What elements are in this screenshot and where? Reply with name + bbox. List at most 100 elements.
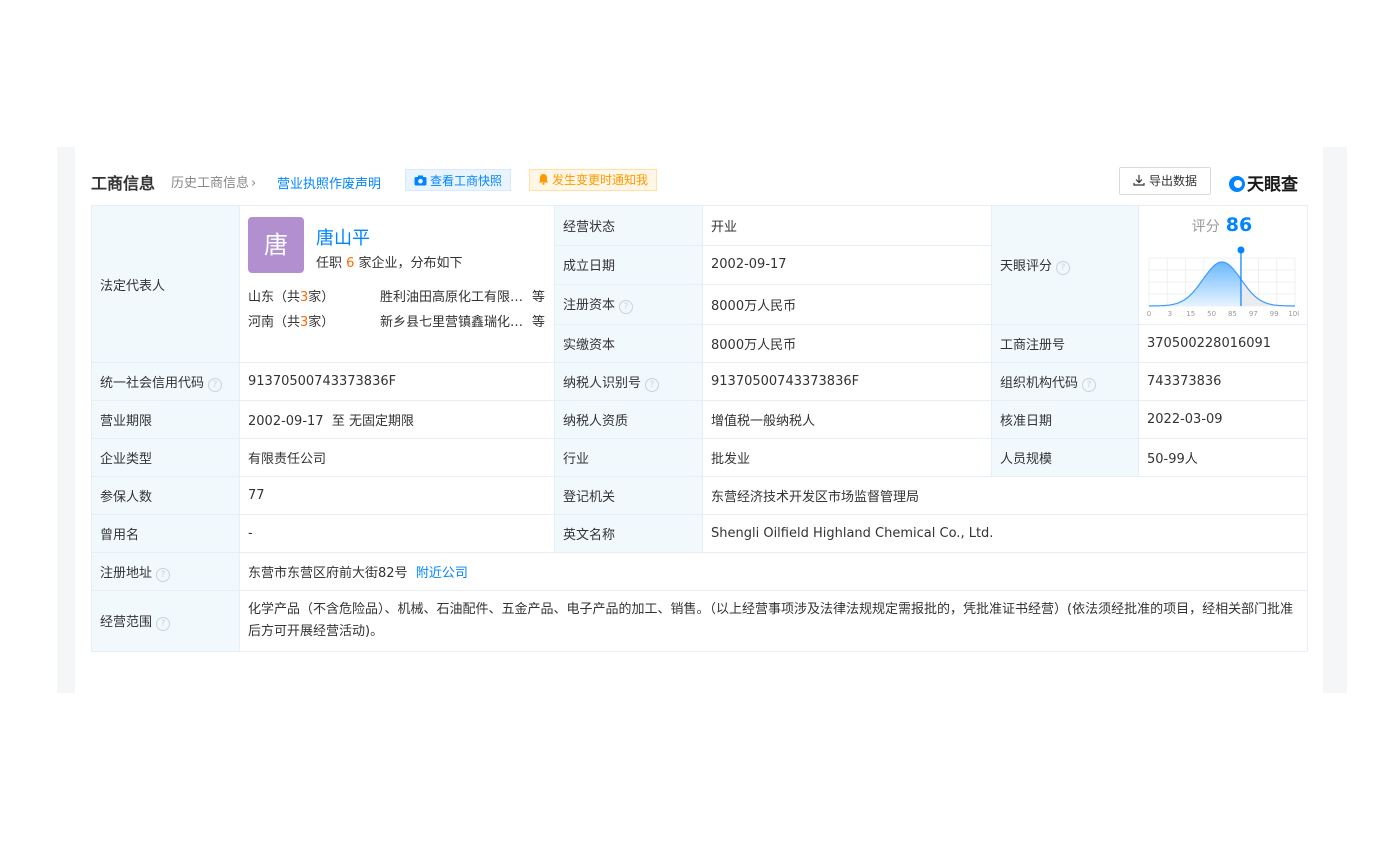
insured-value: 77 <box>239 476 555 515</box>
snapshot-label: 查看工商快照 <box>430 174 503 188</box>
tianyancha-logo-icon <box>1229 176 1245 192</box>
section-title: 工商信息 <box>91 174 156 193</box>
tick-label: 85 <box>1228 310 1237 318</box>
table-row: 经营范围? 化学产品（不含危险品）、机械、石油配件、五金产品、电子产品的加工、销… <box>91 590 1308 652</box>
credit-code-label: 统一社会信用代码? <box>91 362 240 401</box>
tick-label: 97 <box>1249 310 1258 318</box>
approval-date-value: 2022-03-09 <box>1138 400 1308 439</box>
reg-no-label: 工商注册号 <box>991 323 1139 364</box>
company-type-label: 企业类型 <box>91 438 240 477</box>
paid-capital-label: 实缴资本 <box>554 323 703 364</box>
scope-label: 经营范围? <box>91 590 240 652</box>
taxpayer-id-value: 91370500743373836F <box>702 362 992 401</box>
authority-value: 东营经济技术开发区市场监督管理局 <box>702 476 1308 515</box>
score-distribution-chart: 0 3 15 50 85 97 99 100 <box>1147 246 1299 318</box>
taxpayer-qual-label: 纳税人资质 <box>554 400 703 439</box>
score-caption: 评分 <box>1191 219 1220 235</box>
status-value: 开业 <box>702 205 992 246</box>
help-icon[interactable]: ? <box>156 617 171 631</box>
bell-icon <box>538 174 549 185</box>
tick-label: 50 <box>1207 310 1216 318</box>
export-label: 导出数据 <box>1148 174 1197 188</box>
english-name-value: Shengli Oilfield Highland Chemical Co., … <box>702 514 1308 553</box>
reg-capital-value: 8000万人民币 <box>702 284 992 325</box>
tick-label: 99 <box>1270 310 1279 318</box>
help-icon[interactable]: ? <box>619 300 634 315</box>
score-cell: 评分 86 0 3 15 50 85 97 99 100 <box>1138 205 1308 325</box>
score-label: 天眼评分? <box>991 205 1139 325</box>
notify-button[interactable]: 发生变更时通知我 <box>529 169 658 191</box>
tick-label: 100 <box>1288 310 1299 318</box>
notify-label: 发生变更时通知我 <box>552 173 649 187</box>
staff-value: 50-99人 <box>1138 438 1308 477</box>
staff-label: 人员规模 <box>991 438 1139 477</box>
former-name-value: - <box>239 514 555 553</box>
legal-rep-summary: 任职 6 家企业，分布如下 <box>316 256 463 271</box>
help-icon[interactable]: ? <box>208 377 223 392</box>
founded-value: 2002-09-17 <box>702 244 992 286</box>
table-row: 营业期限 2002-09-17 至 无固定期限 纳税人资质 增值税一般纳税人 核… <box>91 400 1308 439</box>
term-value: 2002-09-17 至 无固定期限 <box>239 400 555 439</box>
english-name-label: 英文名称 <box>554 514 703 553</box>
remaining-area <box>1240 279 1295 306</box>
score-marker-pin <box>1237 246 1245 254</box>
taxpayer-qual-value: 增值税一般纳税人 <box>702 400 992 439</box>
table-row: 注册地址? 东营市东营区府前大街82号 附近公司 <box>91 552 1308 591</box>
etc-label: 等 <box>532 315 546 330</box>
legal-rep-name[interactable]: 唐山平 <box>316 224 370 250</box>
status-label: 经营状态 <box>554 205 703 246</box>
table-row: 统一社会信用代码? 91370500743373836F 纳税人识别号? 913… <box>91 362 1308 401</box>
founded-label: 成立日期 <box>554 244 703 286</box>
authority-label: 登记机关 <box>554 476 703 515</box>
export-button[interactable]: 导出数据 <box>1119 167 1211 195</box>
legal-rep-label: 法定代表人 <box>91 205 240 363</box>
reg-no-value: 370500228016091 <box>1138 323 1308 364</box>
nearby-companies-link[interactable]: 附近公司 <box>416 566 468 581</box>
help-icon[interactable]: ? <box>1056 260 1071 275</box>
tick-label: 0 <box>1147 310 1151 318</box>
approval-date-label: 核准日期 <box>991 400 1139 439</box>
table-row: 企业类型 有限责任公司 行业 批发业 人员规模 50-99人 <box>91 438 1308 477</box>
address-label: 注册地址? <box>91 552 240 591</box>
avatar: 唐 <box>248 217 304 273</box>
score-area <box>1149 262 1241 306</box>
section-header: 工商信息 历史工商信息 › 营业执照作废声明 查看工商快照 发生变更时通知我 导出… <box>91 166 1307 196</box>
region-label[interactable]: 山东（共3家） <box>248 286 334 305</box>
snapshot-button[interactable]: 查看工商快照 <box>405 169 512 191</box>
insured-label: 参保人数 <box>91 476 240 515</box>
declaration-link[interactable]: 营业执照作废声明 <box>277 173 381 192</box>
tick-label: 3 <box>1168 310 1172 318</box>
help-icon[interactable]: ? <box>1082 377 1097 392</box>
table-row: 法定代表人 唐 唐山平 任职 6 家企业，分布如下 山东（共3家） 胜利油田高原… <box>91 205 1308 363</box>
download-icon <box>1133 175 1145 186</box>
score-value: 86 <box>1225 214 1253 236</box>
camera-icon <box>414 175 427 186</box>
chevron-right-icon: › <box>251 176 257 191</box>
region-label[interactable]: 河南（共3家） <box>248 311 334 330</box>
former-name-label: 曾用名 <box>91 514 240 553</box>
etc-label: 等 <box>532 290 546 305</box>
org-code-label: 组织机构代码? <box>991 362 1139 401</box>
industry-value: 批发业 <box>702 438 992 477</box>
history-link[interactable]: 历史工商信息 › <box>171 172 256 191</box>
tick-label: 15 <box>1186 310 1195 318</box>
reg-capital-label: 注册资本? <box>554 284 703 325</box>
business-info-table: 法定代表人 唐 唐山平 任职 6 家企业，分布如下 山东（共3家） 胜利油田高原… <box>91 205 1308 652</box>
table-row: 参保人数 77 登记机关 东营经济技术开发区市场监督管理局 <box>91 476 1308 515</box>
term-label: 营业期限 <box>91 400 240 439</box>
paid-capital-value: 8000万人民币 <box>702 323 992 364</box>
credit-code-value: 91370500743373836F <box>239 362 555 401</box>
address-value: 东营市东营区府前大街82号 附近公司 <box>239 552 1308 591</box>
taxpayer-id-label: 纳税人识别号? <box>554 362 703 401</box>
scope-value: 化学产品（不含危险品）、机械、石油配件、五金产品、电子产品的加工、销售。（以上经… <box>239 590 1308 652</box>
legal-rep-cell: 唐 唐山平 任职 6 家企业，分布如下 山东（共3家） 胜利油田高原化工有限公司… <box>239 205 555 363</box>
org-code-value: 743373836 <box>1138 362 1308 401</box>
company-type-value: 有限责任公司 <box>239 438 555 477</box>
help-icon[interactable]: ? <box>156 567 171 582</box>
brand-logo: 天眼查 <box>1229 170 1298 195</box>
company-link[interactable]: 新乡县七里营镇鑫瑞化工有限公司 <box>380 311 524 330</box>
help-icon[interactable]: ? <box>645 377 660 392</box>
industry-label: 行业 <box>554 438 703 477</box>
company-link[interactable]: 胜利油田高原化工有限公司 <box>380 286 524 305</box>
address-text: 东营市东营区府前大街82号 <box>248 566 408 581</box>
